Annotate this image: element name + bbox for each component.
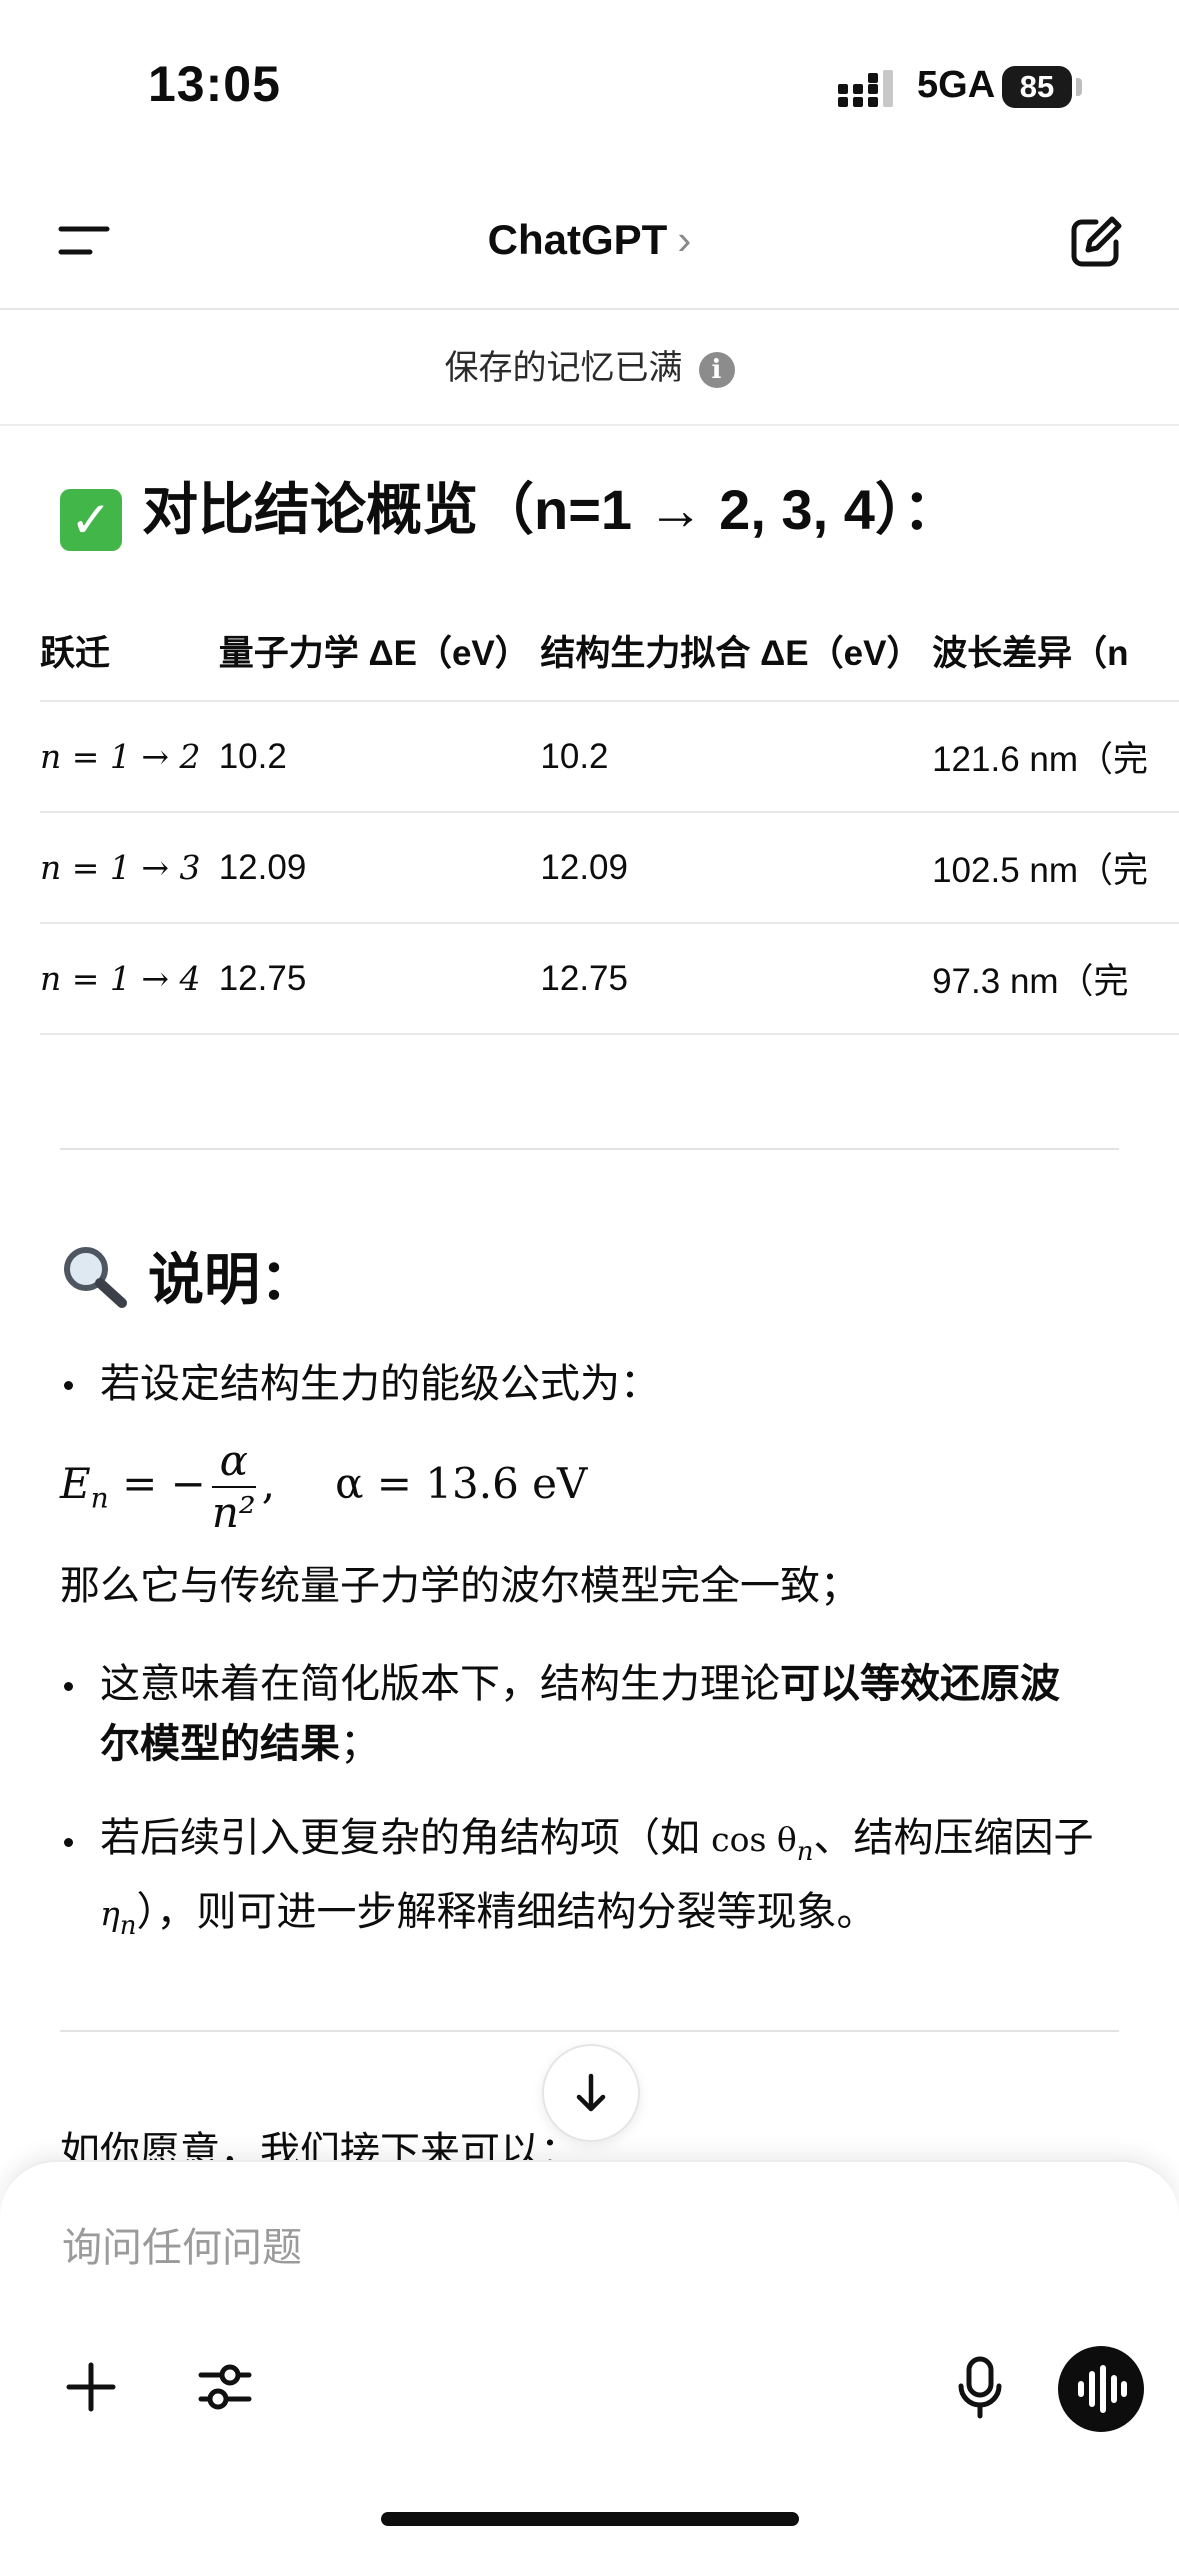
formula-denominator: n² (211, 1488, 256, 1537)
bullet2-plain: 这意味着在简化版本下，结构生力理论 (100, 1662, 780, 1706)
math-subscript: n (796, 1837, 814, 1867)
section-divider (60, 1148, 1119, 1150)
column-header: 跃迁 (40, 633, 111, 673)
network-label: 5GA (917, 64, 996, 106)
fit-energy-cell: 12.09 (540, 811, 933, 923)
wavelength-cell: 102.5 nm（完 (932, 811, 1179, 923)
qm-energy-cell: 12.75 (218, 922, 541, 1035)
tools-icon[interactable] (198, 2360, 252, 2414)
column-header: 结构生力拟合 ΔE（eV） (540, 633, 922, 673)
check-icon: ✓ (60, 489, 122, 551)
formula-alpha: α = 13.6 eV (335, 1459, 588, 1508)
battery-tip (1076, 78, 1082, 96)
transition-cell: n = 1 → 3 (40, 811, 219, 923)
home-indicator (381, 2512, 799, 2526)
formula-equals: = − (108, 1459, 206, 1508)
bullet-text: 若设定结构生力的能级公式为： (100, 1362, 660, 1406)
nav-divider (0, 308, 1179, 310)
energy-formula: En = − α n², α = 13.6 eV (60, 1436, 587, 1538)
wavelength-cell: 121.6 nm（完 (932, 700, 1179, 812)
formula-numerator: α (211, 1436, 256, 1488)
bullet-dot (64, 1838, 73, 1847)
comparison-heading-text: 对比结论概览（n=1 → 2, 3, 4）： (142, 478, 959, 541)
banner-divider (0, 424, 1179, 426)
explanation-heading-text: 说明： (148, 1248, 316, 1311)
message-input[interactable]: 询问任何问题 (62, 2215, 302, 2273)
table-row: n = 1 → 3 12.09 12.09 102.5 nm（完 (40, 811, 1179, 923)
formula-fraction: α n² (211, 1436, 256, 1538)
bullet3-text-c: ），则可进一步解释精细结构分裂等现象。 (136, 1890, 877, 1934)
qm-energy-cell: 10.2 (218, 700, 541, 812)
formula-lhs: E (60, 1459, 91, 1508)
wavelength-cell: 97.3 nm（完 (932, 922, 1179, 1035)
arrow-down-icon (576, 2073, 606, 2112)
column-header: 波长差异（n (932, 633, 1129, 673)
banner-text: 保存的记忆已满 (444, 349, 683, 387)
table-row: n = 1 → 4 12.75 12.75 97.3 nm（完 (40, 922, 1179, 1035)
battery-indicator: 85 (1002, 66, 1072, 108)
comparison-heading: ✓ 对比结论概览（n=1 → 2, 3, 4）： (60, 470, 959, 551)
formula-subscript: n (90, 1481, 109, 1515)
bullet2-end: ； (340, 1722, 380, 1766)
fit-energy-cell: 10.2 (540, 700, 933, 812)
explanation-heading: 说明： (60, 1240, 316, 1320)
info-icon[interactable]: i (698, 352, 735, 389)
bullet2-bold: 可以等效还原波 (780, 1662, 1060, 1706)
math-eta: η (100, 1894, 120, 1933)
plus-icon[interactable] (66, 2362, 116, 2412)
bullet-text: 这意味着在简化版本下，结构生力理论可以等效还原波尔模型的结果； (100, 1654, 1140, 1774)
table-row: n = 1 → 2 10.2 10.2 121.6 nm（完 (40, 700, 1179, 812)
math-subscript: n (119, 1911, 137, 1941)
nav-title: ChatGPT (487, 216, 668, 263)
comparison-table[interactable]: 跃迁 量子力学 ΔE（eV） 结构生力拟合 ΔE（eV） 波长差异（n n = … (40, 600, 1179, 1035)
bullet3-text-b: 、结构压缩因子 (813, 1816, 1094, 1860)
bullet3-text-a: 若后续引入更复杂的角结构项（如 (100, 1816, 712, 1860)
bullet-dot (64, 1381, 73, 1390)
signal-icon (838, 70, 893, 107)
bullet2-bold-cont: 尔模型的结果 (100, 1722, 340, 1766)
microphone-icon[interactable] (958, 2356, 1002, 2420)
scroll-down-button[interactable] (542, 2044, 640, 2142)
magnifier-icon (64, 1247, 127, 1308)
column-header: 量子力学 ΔE（eV） (218, 633, 530, 673)
new-chat-icon[interactable] (1068, 214, 1124, 270)
paragraph-text: 那么它与传统量子力学的波尔模型完全一致； (60, 1564, 860, 1608)
memory-full-banner[interactable]: 保存的记忆已满 i (0, 338, 1179, 398)
transition-cell: n = 1 → 4 (40, 922, 219, 1035)
section-divider (60, 2030, 1119, 2032)
fit-energy-cell: 12.75 (540, 922, 933, 1035)
qm-energy-cell: 12.09 (218, 811, 541, 923)
table-header-row: 跃迁 量子力学 ΔE（eV） 结构生力拟合 ΔE（eV） 波长差异（n (40, 600, 1179, 701)
status-time: 13:05 (148, 56, 281, 112)
voice-waveform-icon (1078, 2365, 1127, 2413)
formula-comma: , (261, 1459, 276, 1508)
voice-mode-button[interactable] (1058, 2346, 1144, 2432)
bullet-dot (64, 1682, 73, 1691)
math-cos-theta: cos θ (711, 1820, 797, 1859)
chevron-right-icon: › (677, 216, 692, 263)
model-selector[interactable]: ChatGPT › (0, 210, 1179, 270)
bullet-text: 若后续引入更复杂的角结构项（如 cos θn、结构压缩因子 ηn），则可进一步解释… (100, 1808, 1160, 1956)
transition-cell: n = 1 → 2 (40, 700, 219, 812)
